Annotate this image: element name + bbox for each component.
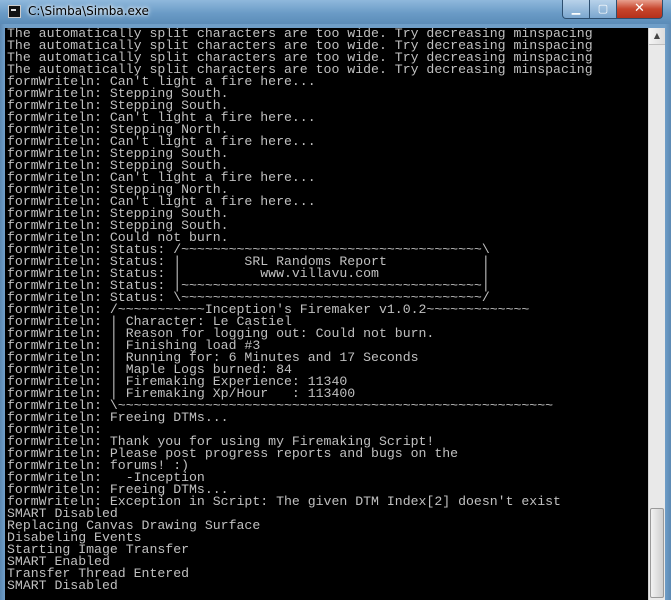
console-text: The automatically split characters are t…: [7, 28, 593, 593]
console-app-icon[interactable]: [8, 5, 21, 18]
close-icon: ✕: [634, 1, 645, 16]
maximize-icon: ▢: [597, 2, 609, 15]
minimize-icon: ▁: [571, 2, 581, 15]
scroll-up-button[interactable]: ▲: [649, 28, 665, 45]
arrow-up-icon: ▲: [653, 31, 661, 40]
minimize-button[interactable]: ▁: [562, 0, 590, 19]
close-button[interactable]: ✕: [616, 0, 663, 19]
vertical-scrollbar[interactable]: ▲: [648, 28, 665, 600]
window-title: C:\Simba\Simba.exe: [28, 4, 149, 18]
console-window: C:\Simba\Simba.exe ▁ ▢ ✕ The automatical…: [0, 0, 671, 600]
window-frame-right: [665, 24, 671, 600]
maximize-button[interactable]: ▢: [589, 0, 617, 19]
title-bar[interactable]: C:\Simba\Simba.exe ▁ ▢ ✕: [0, 0, 671, 24]
console-output[interactable]: The automatically split characters are t…: [5, 28, 648, 600]
scroll-thumb[interactable]: [650, 508, 664, 598]
